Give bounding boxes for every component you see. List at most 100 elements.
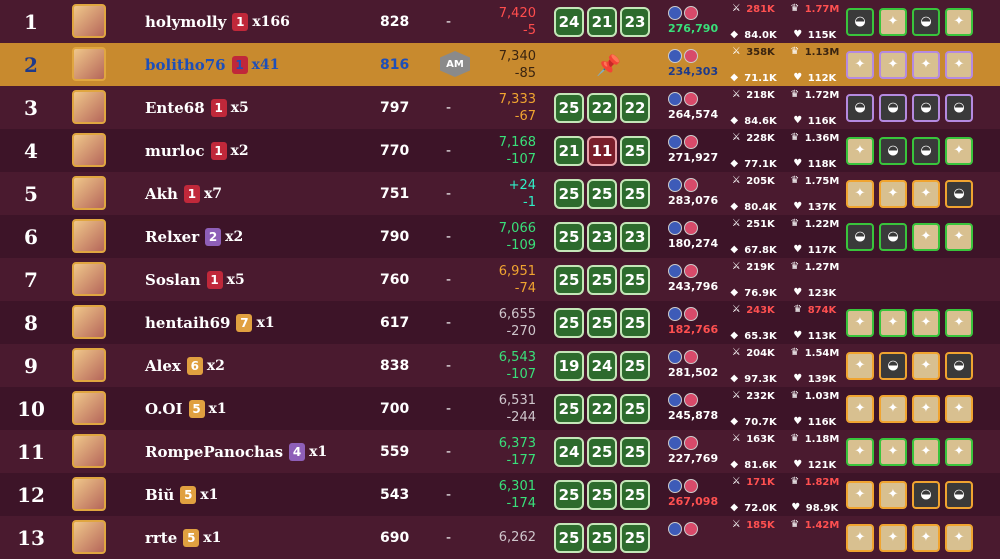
player-avatar[interactable] (72, 47, 106, 81)
leaderboard-row[interactable]: 9 Alex 6 x2 838 - 6,543 -107 19 24 25 281,502 ⚔ 204K ◆… (0, 344, 1000, 387)
challenge-box[interactable]: 24 (554, 436, 584, 467)
player-name[interactable]: bolitho76 1 x41 (145, 43, 279, 86)
team-member-slot[interactable]: ◒ (945, 93, 973, 122)
team-member-slot[interactable]: ◒ (945, 480, 973, 509)
challenge-box[interactable]: 25 (620, 264, 650, 295)
leaderboard-row[interactable]: 3 Ente68 1 x5 797-7,333 -67 25 22 22 264,574 ⚔ 218K… (0, 86, 1000, 129)
challenge-box[interactable]: 25 (554, 393, 584, 424)
team-member-slot[interactable]: ◒ (945, 179, 973, 208)
team-member-slot[interactable]: ✦ (846, 136, 874, 165)
challenge-box[interactable]: 22 (620, 92, 650, 123)
leaderboard-row[interactable]: 7 Soslan 1 x5 760-6,951 -74 25 25 25 243,796 ⚔ 219K… (0, 258, 1000, 301)
leaderboard-row[interactable]: 6 Relxer 2 x2 790-7,066 -109 25 23 23 180,274 ⚔ 251… (0, 215, 1000, 258)
challenge-box[interactable]: 25 (620, 307, 650, 338)
challenge-box[interactable]: 21 (554, 135, 584, 166)
player-name-text[interactable]: bolitho76 (145, 56, 226, 74)
player-avatar[interactable] (72, 262, 106, 296)
challenge-box[interactable]: 25 (587, 178, 617, 209)
player-avatar[interactable] (72, 133, 106, 167)
player-name[interactable]: rrte 5 x1 (145, 516, 221, 559)
challenge-box[interactable]: 25 (554, 264, 584, 295)
team-member-slot[interactable]: ✦ (846, 351, 874, 380)
challenge-box[interactable]: 25 (620, 479, 650, 510)
player-name[interactable]: Soslan 1 x5 (145, 258, 245, 301)
player-name[interactable]: Alex 6 x2 (145, 344, 225, 387)
team-member-slot[interactable]: ◒ (846, 7, 874, 36)
challenge-box[interactable]: 24 (587, 350, 617, 381)
leaderboard-row[interactable]: 10 O.OI 5 x1 700 - 6,531 -244 25 22 25 245,878 ⚔ 232K… (0, 387, 1000, 430)
challenge-box[interactable]: 22 (587, 92, 617, 123)
team-member-slot[interactable]: ✦ (912, 222, 940, 251)
team-member-slot[interactable]: ◒ (912, 480, 940, 509)
player-name-text[interactable]: Relxer (145, 228, 199, 246)
player-avatar[interactable] (72, 219, 106, 253)
team-member-slot[interactable]: ◒ (846, 93, 874, 122)
team-member-slot[interactable]: ◒ (879, 222, 907, 251)
player-name-text[interactable]: RompePanochas (145, 443, 283, 461)
challenge-box[interactable]: 25 (554, 178, 584, 209)
challenge-box[interactable]: 23 (620, 221, 650, 252)
player-avatar[interactable] (72, 434, 106, 468)
team-member-slot[interactable]: ✦ (879, 437, 907, 466)
challenge-box[interactable]: 25 (554, 479, 584, 510)
challenge-box[interactable]: 25 (554, 221, 584, 252)
player-avatar[interactable] (72, 4, 106, 38)
team-member-slot[interactable]: ✦ (879, 480, 907, 509)
team-member-slot[interactable]: ✦ (945, 437, 973, 466)
player-name[interactable]: Relxer 2 x2 (145, 215, 243, 258)
player-name-text[interactable]: Biŭ (145, 486, 174, 504)
team-member-slot[interactable]: ✦ (879, 179, 907, 208)
player-avatar[interactable] (72, 305, 106, 339)
player-name[interactable]: hentaih69 7 x1 (145, 301, 275, 344)
team-member-slot[interactable]: ✦ (846, 437, 874, 466)
team-member-slot[interactable]: ◒ (879, 136, 907, 165)
team-member-slot[interactable]: ◒ (912, 93, 940, 122)
team-member-slot[interactable]: ✦ (945, 222, 973, 251)
team-member-slot[interactable]: ✦ (846, 394, 874, 423)
player-name[interactable]: Biŭ 5 x1 (145, 473, 218, 516)
challenge-box[interactable]: 25 (620, 350, 650, 381)
team-member-slot[interactable]: ✦ (912, 523, 940, 552)
team-member-slot[interactable]: ◒ (846, 222, 874, 251)
player-name-text[interactable]: Ente68 (145, 99, 205, 117)
team-member-slot[interactable]: ✦ (846, 179, 874, 208)
player-name-text[interactable]: hentaih69 (145, 314, 230, 332)
challenge-box[interactable]: 25 (554, 522, 584, 553)
challenge-box[interactable]: 25 (620, 522, 650, 553)
leaderboard-row[interactable]: 4 murloc 1 x2 770 - 7,168 -107 21 11 25 271,927 ⚔ 228… (0, 129, 1000, 172)
team-member-slot[interactable]: ✦ (879, 308, 907, 337)
team-member-slot[interactable]: ✦ (912, 308, 940, 337)
player-name-text[interactable]: holymolly (145, 13, 226, 31)
team-member-slot[interactable]: ✦ (912, 351, 940, 380)
challenge-box[interactable]: 25 (587, 479, 617, 510)
challenge-box[interactable]: 19 (554, 350, 584, 381)
player-avatar[interactable] (72, 348, 106, 382)
player-avatar[interactable] (72, 477, 106, 511)
player-avatar[interactable] (72, 520, 106, 554)
team-member-slot[interactable]: ✦ (945, 136, 973, 165)
team-member-slot[interactable]: ◒ (945, 351, 973, 380)
pin-icon[interactable]: 📌 (596, 43, 621, 86)
player-name[interactable]: holymolly 1 x166 (145, 0, 290, 43)
team-member-slot[interactable]: ✦ (846, 523, 874, 552)
challenge-box[interactable]: 25 (620, 393, 650, 424)
challenge-box[interactable]: 24 (554, 6, 584, 37)
challenge-box[interactable]: 25 (554, 307, 584, 338)
challenge-box[interactable]: 22 (587, 393, 617, 424)
leaderboard-row[interactable]: 2 bolitho76 1 x41 816 AM 7,340 -85 📌 234,303 ⚔ 358K… (0, 43, 1000, 86)
challenge-box[interactable]: 25 (620, 178, 650, 209)
challenge-box[interactable]: 25 (620, 135, 650, 166)
team-member-slot[interactable]: ◒ (879, 93, 907, 122)
challenge-box[interactable]: 25 (554, 92, 584, 123)
team-member-slot[interactable]: ✦ (879, 50, 907, 79)
team-member-slot[interactable]: ✦ (879, 523, 907, 552)
leaderboard-row[interactable]: 11 RompePanochas 4 x1 559-6,373 -177 24 25 25 227… (0, 430, 1000, 473)
player-name[interactable]: Ente68 1 x5 (145, 86, 249, 129)
player-avatar[interactable] (72, 176, 106, 210)
player-name[interactable]: Akh 1 x7 (145, 172, 222, 215)
player-name-text[interactable]: Akh (145, 185, 178, 203)
player-name-text[interactable]: Alex (145, 357, 181, 375)
challenge-box[interactable]: 23 (620, 6, 650, 37)
player-name-text[interactable]: Soslan (145, 271, 201, 289)
player-name[interactable]: O.OI 5 x1 (145, 387, 227, 430)
